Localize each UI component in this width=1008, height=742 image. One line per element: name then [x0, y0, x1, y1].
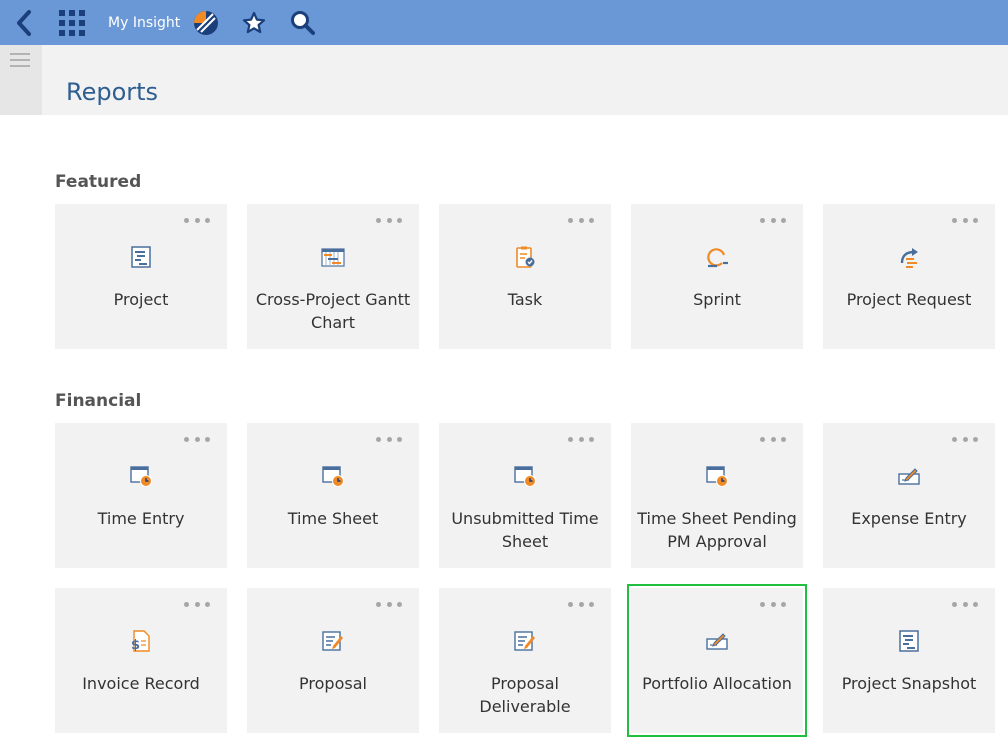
report-tile-project-snapshot[interactable]: Project Snapshot	[823, 588, 995, 733]
insight-logo-icon	[194, 10, 218, 35]
tile-label: Project Snapshot	[841, 674, 977, 693]
star-icon	[242, 11, 266, 33]
report-tile-expense-entry[interactable]: Expense Entry	[823, 423, 995, 568]
report-tile-cross-project-gantt-chart[interactable]: Cross-Project Gantt Chart	[247, 204, 419, 349]
report-tile-proposal-deliverable[interactable]: Proposal Deliverable	[439, 588, 611, 733]
section-title-financial: Financial	[55, 391, 142, 411]
report-tile-sprint[interactable]: Sprint	[631, 204, 803, 349]
project-report-icon	[899, 630, 919, 652]
calendar-clock-icon	[706, 466, 728, 487]
grid-apps-icon	[59, 9, 85, 36]
page-header: Reports	[42, 45, 1008, 115]
report-tile-task[interactable]: Task	[439, 204, 611, 349]
back-button[interactable]	[8, 0, 40, 45]
project-request-icon	[900, 248, 918, 268]
proposal-edit-icon	[514, 631, 535, 651]
tile-label: Unsubmitted Time Sheet	[451, 509, 599, 551]
report-tile-project[interactable]: Project	[55, 204, 227, 349]
favorites-button[interactable]	[240, 0, 268, 45]
tile-label: Sprint	[693, 290, 741, 309]
more-options-icon[interactable]	[184, 602, 210, 608]
task-clipboard-icon	[516, 246, 535, 268]
more-options-icon[interactable]	[568, 218, 594, 224]
report-tile-proposal[interactable]: Proposal	[247, 588, 419, 733]
section-title-featured: Featured	[55, 172, 142, 192]
tile-label: Invoice Record	[82, 674, 200, 693]
tile-label: Time Entry	[97, 509, 185, 528]
svg-text:$: $	[131, 638, 140, 653]
more-options-icon[interactable]	[760, 602, 786, 608]
tile-label: Cross-Project Gantt Chart	[255, 290, 411, 332]
brand-link[interactable]: My Insight	[108, 0, 180, 45]
tile-label: Task	[507, 290, 543, 309]
proposal-edit-icon	[322, 631, 343, 651]
search-button[interactable]	[288, 0, 318, 45]
calendar-clock-icon	[322, 466, 344, 487]
tile-label: Proposal	[299, 674, 367, 693]
more-options-icon[interactable]	[184, 437, 210, 443]
app-logo[interactable]	[192, 0, 220, 45]
report-tile-time-sheet[interactable]: Time Sheet	[247, 423, 419, 568]
more-options-icon[interactable]	[952, 437, 978, 443]
more-options-icon[interactable]	[568, 437, 594, 443]
tile-label: Time Sheet Pending PM Approval	[637, 509, 797, 551]
tile-label: Time Sheet	[287, 509, 379, 528]
invoice-dollar-icon: $	[131, 630, 150, 653]
more-options-icon[interactable]	[376, 602, 402, 608]
tile-label: Expense Entry	[851, 509, 967, 528]
app-launcher-button[interactable]	[57, 0, 87, 45]
search-icon	[291, 10, 315, 35]
more-options-icon[interactable]	[376, 218, 402, 224]
more-options-icon[interactable]	[568, 602, 594, 608]
more-options-icon[interactable]	[760, 218, 786, 224]
tile-label: Proposal Deliverable	[479, 674, 571, 716]
more-options-icon[interactable]	[184, 218, 210, 224]
top-bar: My Insight	[0, 0, 1008, 45]
gantt-chart-icon	[321, 248, 345, 267]
more-options-icon[interactable]	[952, 218, 978, 224]
page-title: Reports	[66, 78, 159, 106]
check-pen-icon	[706, 633, 728, 650]
tile-label: Project	[113, 290, 169, 309]
calendar-clock-icon	[514, 466, 536, 487]
check-pen-icon	[898, 468, 920, 485]
report-tile-portfolio-allocation[interactable]: Portfolio Allocation	[627, 584, 807, 737]
report-tile-time-sheet-pending-pm-approval[interactable]: Time Sheet Pending PM Approval	[631, 423, 803, 568]
report-tile-invoice-record[interactable]: $ Invoice Record	[55, 588, 227, 733]
sprint-cycle-icon	[707, 248, 728, 268]
report-tile-unsubmitted-time-sheet[interactable]: Unsubmitted Time Sheet	[439, 423, 611, 568]
calendar-clock-icon	[130, 466, 152, 487]
tile-label: Portfolio Allocation	[642, 674, 792, 693]
side-rail	[0, 45, 42, 115]
menu-icon[interactable]	[10, 53, 30, 69]
report-tile-project-request[interactable]: Project Request	[823, 204, 995, 349]
report-tile-time-entry[interactable]: Time Entry	[55, 423, 227, 568]
more-options-icon[interactable]	[376, 437, 402, 443]
more-options-icon[interactable]	[760, 437, 786, 443]
more-options-icon[interactable]	[952, 602, 978, 608]
project-report-icon	[131, 246, 151, 268]
tile-label: Project Request	[846, 290, 972, 309]
chevron-left-icon	[17, 9, 31, 36]
